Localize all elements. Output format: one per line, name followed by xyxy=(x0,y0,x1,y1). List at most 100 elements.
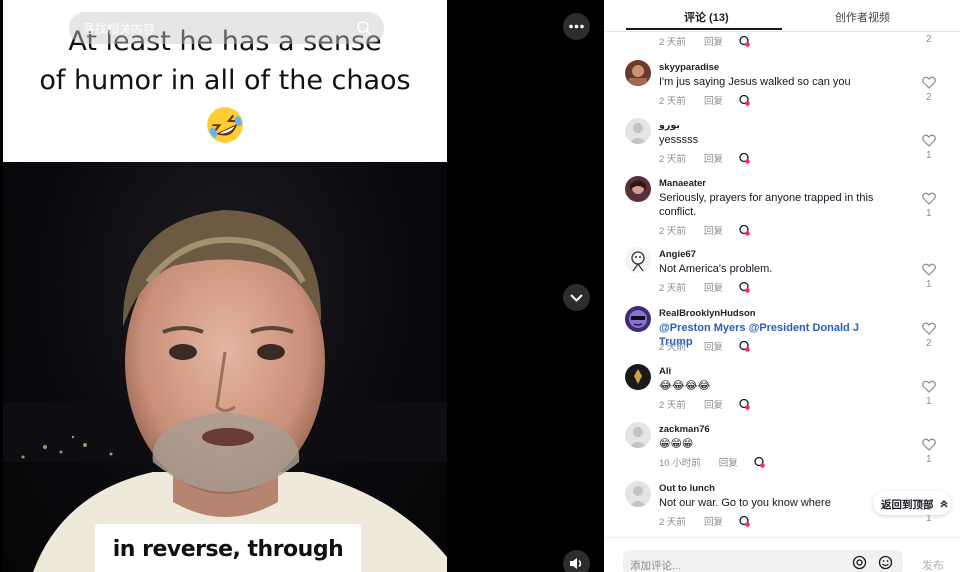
avatar[interactable] xyxy=(625,364,651,390)
comment-meta: 2 天前 回复 xyxy=(659,280,750,294)
heart-icon[interactable] xyxy=(922,322,936,335)
comment-time: 2 天前 xyxy=(659,283,686,294)
comment-placeholder: 添加评论... xyxy=(630,560,681,572)
comment-text: 😂😂😂😂 xyxy=(659,380,711,392)
search-placeholder: 寻找相关内容 xyxy=(83,22,156,36)
avatar[interactable] xyxy=(625,118,651,144)
comment-text: yesssss xyxy=(659,134,699,146)
heart-icon[interactable] xyxy=(922,438,936,451)
like-count: 1 xyxy=(926,279,932,290)
comment-text: Not our war. Go to you know where xyxy=(659,497,831,509)
heart-icon[interactable] xyxy=(922,192,936,205)
like-count: 2 xyxy=(926,92,932,103)
reaction-icon[interactable] xyxy=(739,95,750,106)
comment-username[interactable]: Manaeater xyxy=(659,178,706,189)
double-chevron-up-icon xyxy=(940,500,948,508)
avatar[interactable] xyxy=(625,176,651,202)
comment-time: 2 天前 xyxy=(659,154,686,165)
reply-button[interactable]: 回复 xyxy=(719,458,738,469)
volume-icon xyxy=(570,558,582,569)
like-count: 1 xyxy=(926,208,932,219)
avatar[interactable] xyxy=(625,306,651,332)
comment-text: 😁😁😁 xyxy=(659,438,694,450)
comment-username[interactable]: بورو xyxy=(659,120,680,131)
avatar[interactable] xyxy=(625,422,651,448)
comment-meta: 2 天前 回复 xyxy=(659,397,750,411)
reaction-icon[interactable] xyxy=(739,399,750,410)
comment-time: 2 天前 xyxy=(659,96,686,107)
comment-username[interactable]: Ali xyxy=(659,366,671,377)
comments-panel: 评论 (13) 创作者视频 2 天前 回复 2 skyyparadise I'm … xyxy=(604,0,960,572)
comment-meta: 10 小时前 回复 xyxy=(659,455,765,469)
comment-meta: 2 天前 回复 xyxy=(659,223,750,237)
comment-username[interactable]: Out to lunch xyxy=(659,483,715,494)
reaction-icon[interactable] xyxy=(739,36,750,47)
reaction-icon[interactable] xyxy=(739,516,750,527)
comment-text: I'm jus saying Jesus walked so can you xyxy=(659,76,851,88)
comment-username[interactable]: RealBrooklynHudson xyxy=(659,308,756,319)
comment-meta: 2 天前 回复 xyxy=(659,93,750,107)
tab-comments[interactable]: 评论 (13) xyxy=(684,9,729,25)
comment-time: 2 天前 xyxy=(659,400,686,411)
comment-time: 2 天前 xyxy=(659,37,686,48)
rolling-on-floor-laughing-emoji-icon xyxy=(207,107,243,143)
next-video-button[interactable] xyxy=(563,284,590,311)
comment-username[interactable]: zackman76 xyxy=(659,424,710,435)
comment-username[interactable]: Angie67 xyxy=(659,249,696,260)
reply-button[interactable]: 回复 xyxy=(704,283,723,294)
reaction-icon[interactable] xyxy=(739,282,750,293)
post-button[interactable]: 发布 xyxy=(922,557,944,572)
heart-icon[interactable] xyxy=(922,134,936,147)
mention-icon[interactable] xyxy=(852,555,867,570)
volume-button[interactable] xyxy=(563,550,590,572)
avatar[interactable] xyxy=(625,481,651,507)
comment-time: 10 小时前 xyxy=(659,458,701,469)
comment-meta: 2 天前 回复 xyxy=(659,514,750,528)
reply-button[interactable]: 回复 xyxy=(704,96,723,107)
like-count: 2 xyxy=(926,338,932,349)
reaction-icon[interactable] xyxy=(754,457,765,468)
back-to-top-label: 返回到顶部 xyxy=(881,499,934,511)
reaction-icon[interactable] xyxy=(739,341,750,352)
reply-button[interactable]: 回复 xyxy=(704,226,723,237)
man-portrait-illustration xyxy=(3,210,447,572)
video-stage: At least he has a sense of humor in all … xyxy=(0,0,604,572)
like-count: 1 xyxy=(926,396,932,407)
comment-time: 2 天前 xyxy=(659,342,686,353)
caption-line-2: of humor in all of the chaos xyxy=(39,65,411,96)
like-count: 1 xyxy=(926,150,932,161)
video-player[interactable]: At least he has a sense of humor in all … xyxy=(3,0,447,572)
heart-icon[interactable] xyxy=(922,76,936,89)
heart-icon[interactable] xyxy=(922,263,936,276)
reply-button[interactable]: 回复 xyxy=(704,517,723,528)
comment-text: Seriously, prayers for anyone trapped in… xyxy=(659,192,874,218)
reaction-icon[interactable] xyxy=(739,225,750,236)
more-options-button[interactable] xyxy=(563,13,590,40)
video-frame xyxy=(3,162,447,572)
more-icon xyxy=(569,24,584,29)
avatar[interactable] xyxy=(625,60,651,86)
like-count: 1 xyxy=(926,454,932,465)
chevron-down-icon xyxy=(570,294,583,302)
reply-button[interactable]: 回复 xyxy=(704,400,723,411)
heart-icon[interactable] xyxy=(922,380,936,393)
comment-username[interactable]: skyyparadise xyxy=(659,62,719,73)
comment-meta: 2 天前 回复 xyxy=(659,339,750,353)
search-icon[interactable] xyxy=(356,20,372,36)
reaction-icon[interactable] xyxy=(739,153,750,164)
comment-text: Not America's problem. xyxy=(659,263,773,275)
search-bar[interactable]: 寻找相关内容 xyxy=(69,12,384,44)
reply-button[interactable]: 回复 xyxy=(704,154,723,165)
comment-composer: 添加评论... 发布 xyxy=(604,537,960,572)
comment-list[interactable]: 2 天前 回复 2 skyyparadise I'm jus saying Jes… xyxy=(604,32,960,536)
emoji-icon[interactable] xyxy=(878,555,893,570)
comment-time: 2 天前 xyxy=(659,226,686,237)
back-to-top-button[interactable]: 返回到顶部 xyxy=(873,491,951,515)
active-tab-indicator xyxy=(626,28,782,30)
comment-time: 2 天前 xyxy=(659,517,686,528)
reply-button[interactable]: 回复 xyxy=(704,342,723,353)
tab-creator-videos[interactable]: 创作者视频 xyxy=(835,9,890,25)
panel-tabs: 评论 (13) 创作者视频 xyxy=(604,0,960,32)
avatar[interactable] xyxy=(625,247,651,273)
reply-button[interactable]: 回复 xyxy=(704,37,723,48)
